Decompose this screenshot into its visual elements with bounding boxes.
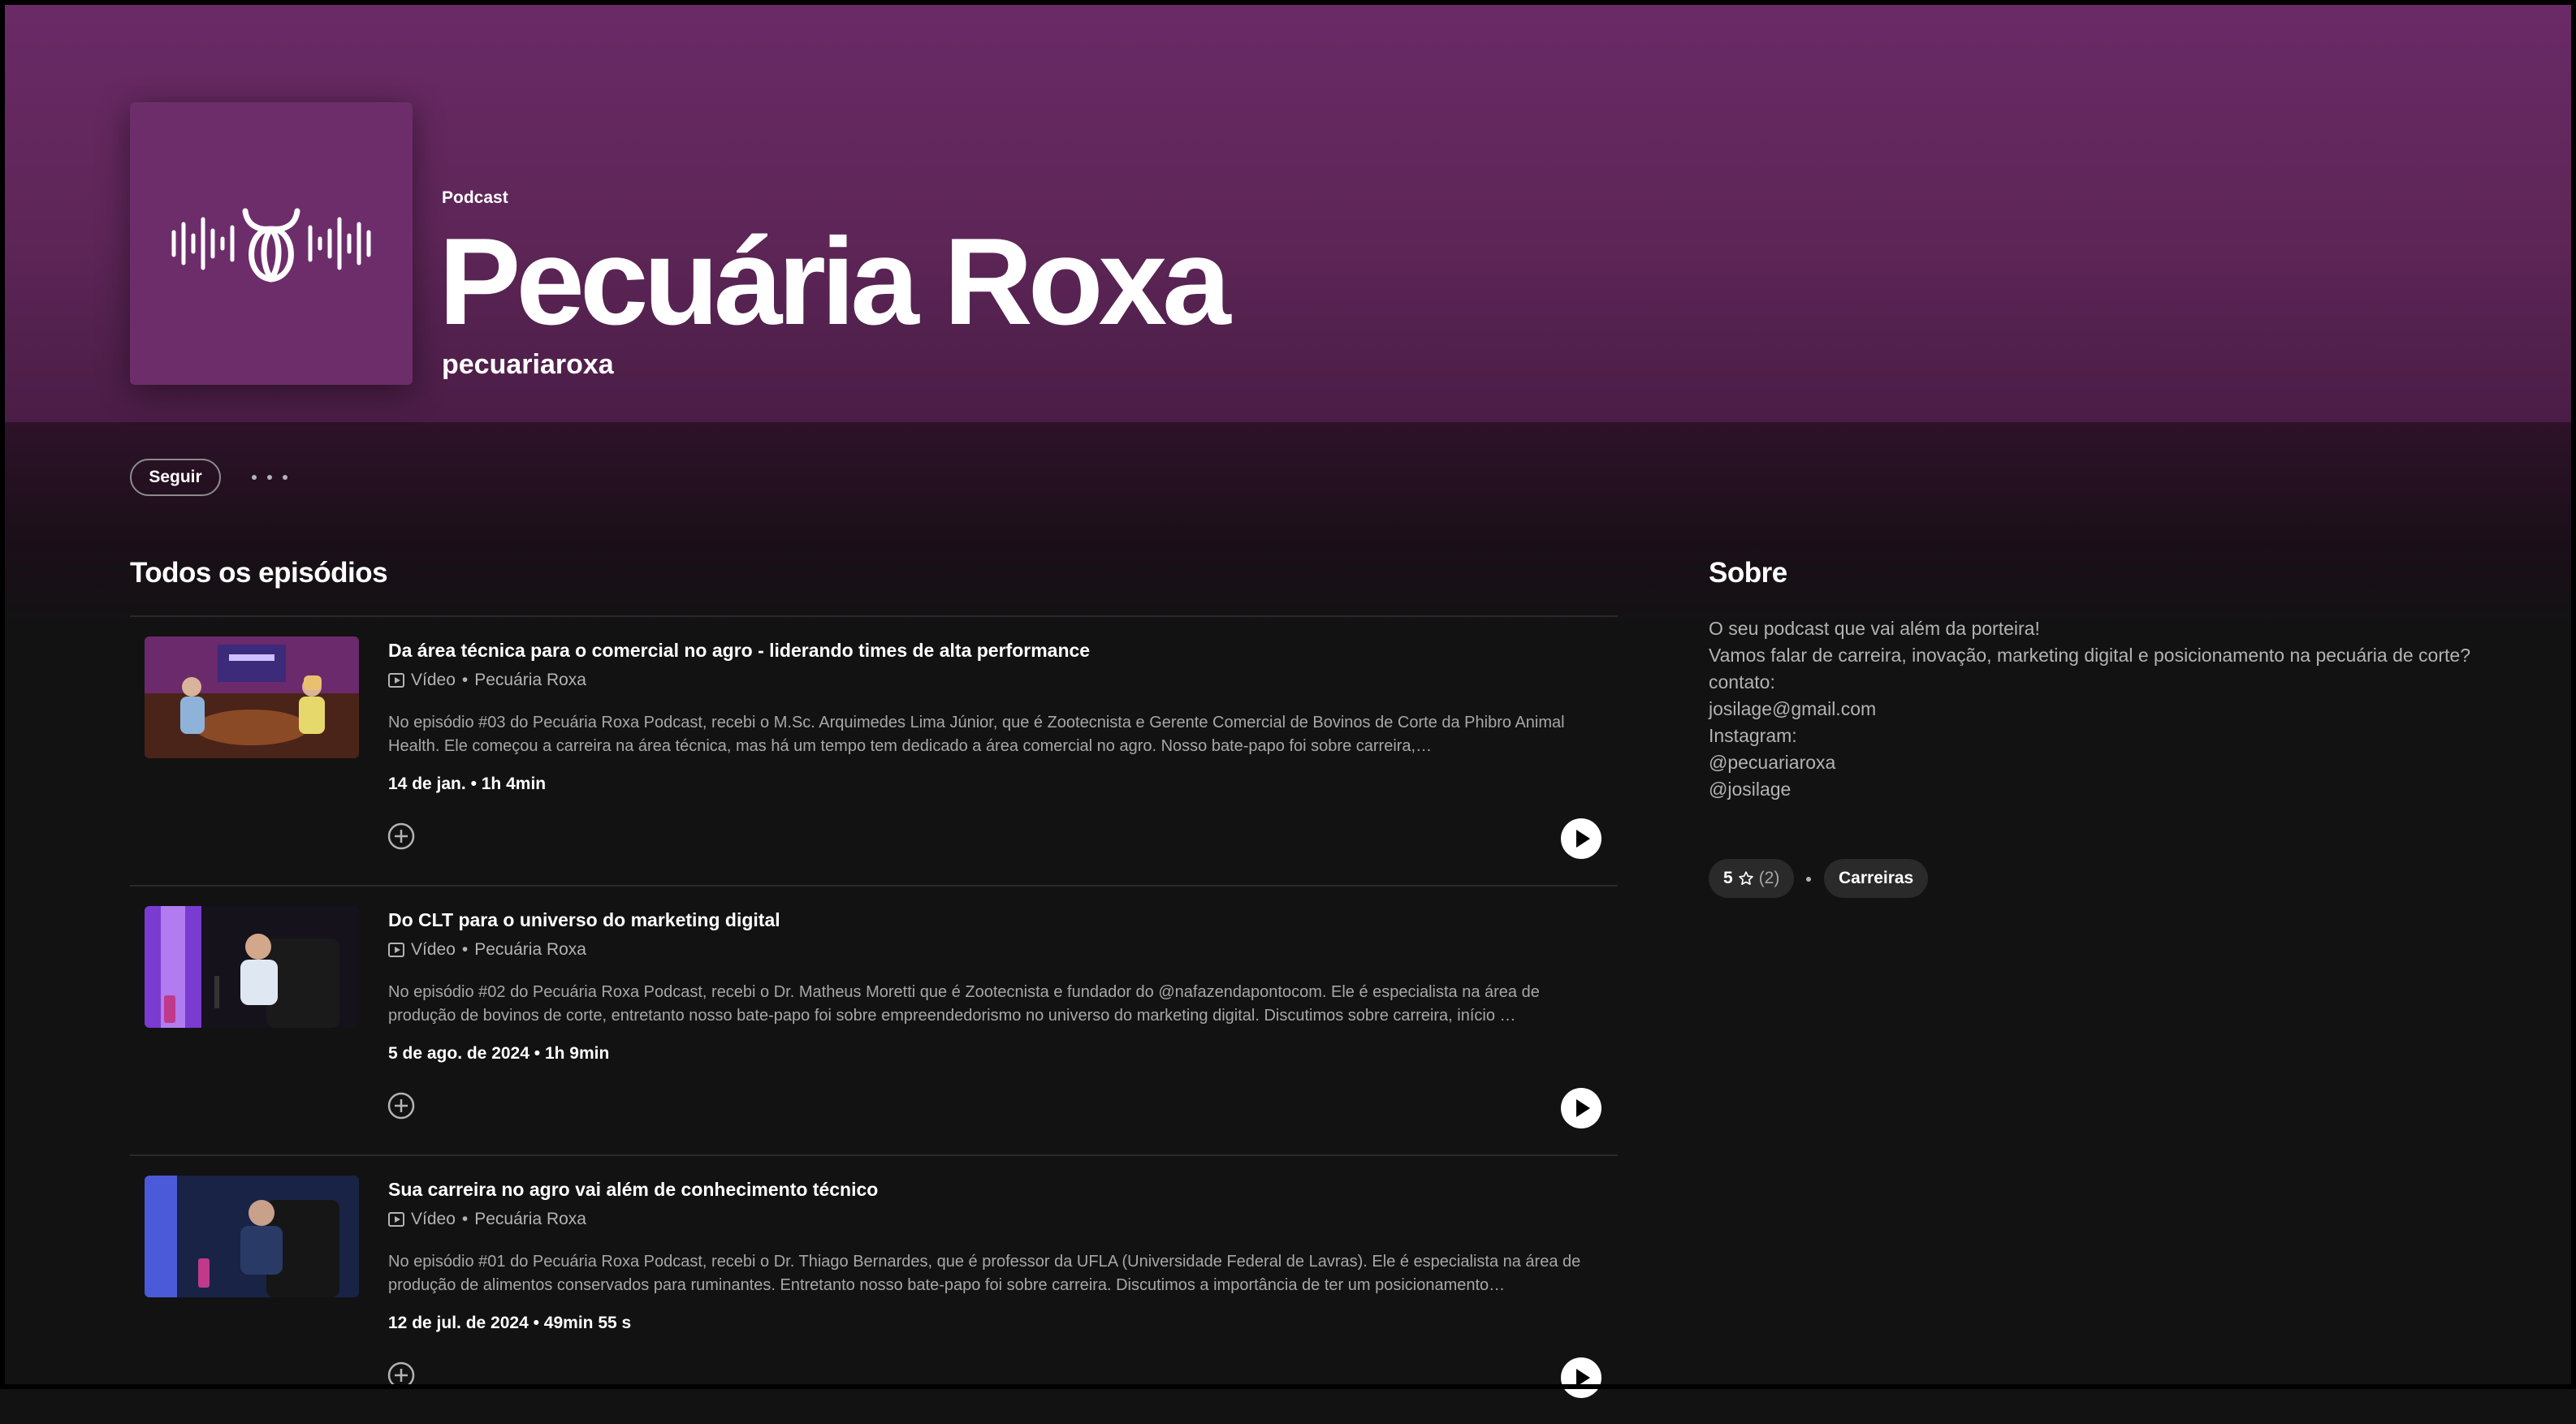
podcast-cover-art[interactable] (130, 102, 413, 385)
episode-thumbnail[interactable] (145, 1176, 359, 1297)
episode-show-link[interactable]: Pecuária Roxa (474, 940, 586, 960)
episode-description: No episódio #03 do Pecuária Roxa Podcast… (388, 714, 1565, 755)
episode-thumbnail-image (145, 906, 359, 1028)
more-dot (267, 475, 272, 480)
content-type-label: Podcast (442, 188, 508, 207)
category-chip[interactable]: Carreiras (1824, 859, 1929, 898)
podcast-author-link[interactable]: pecuariaroxa (442, 349, 614, 381)
play-button[interactable] (1561, 1357, 1601, 1398)
about-line: Vamos falar de carreira, inovação, marke… (1709, 645, 2470, 666)
episode-description: No episódio #01 do Pecuária Roxa Podcast… (388, 1253, 1581, 1294)
episode-type: Vídeo (411, 671, 456, 689)
play-icon (1576, 1369, 1590, 1387)
episode-title[interactable]: Sua carreira no agro vai além de conheci… (388, 1179, 878, 1201)
meta-separator: • (461, 1210, 469, 1228)
episode-duration: 49min 55 s (543, 1314, 632, 1332)
play-button[interactable] (1561, 1088, 1601, 1128)
episode-show-link[interactable]: Pecuária Roxa (474, 1210, 586, 1229)
about-line: Instagram: (1709, 725, 1797, 746)
about-line: @pecuariaroxa (1709, 752, 1836, 773)
episode-date-duration: 5 de ago. de 2024 • 1h 9min (388, 1044, 609, 1064)
episode-meta: Vídeo • Pecuária Roxa (388, 671, 586, 690)
episode-description: No episódio #02 do Pecuária Roxa Podcast… (388, 983, 1540, 1025)
star-icon (1738, 871, 1753, 885)
about-section-title: Sobre (1709, 557, 1787, 589)
more-options-icon[interactable] (252, 464, 287, 490)
episode-title[interactable]: Da área técnica para o comercial no agro… (388, 640, 1090, 662)
episode-thumbnail[interactable] (145, 636, 359, 758)
meta-separator: • (533, 1314, 544, 1332)
episode-thumbnail-image (145, 636, 359, 758)
episode-duration: 1h 9min (544, 1044, 610, 1063)
page-title: Pecuária Roxa (439, 213, 1231, 351)
about-line: josilage@gmail.com (1709, 698, 1877, 719)
hero-gradient-fade (0, 422, 2576, 633)
episode-date: 5 de ago. de 2024 (388, 1044, 529, 1063)
rating-count: (2) (1758, 869, 1780, 887)
more-dot (252, 475, 257, 480)
episode-date: 14 de jan. (388, 775, 466, 793)
chip-separator (1806, 877, 1811, 882)
episode-row[interactable]: Do CLT para o universo do marketing digi… (130, 885, 1618, 1154)
episode-show-link[interactable]: Pecuária Roxa (474, 671, 586, 690)
episode-type: Vídeo (411, 940, 456, 959)
episode-row[interactable]: Sua carreira no agro vai além de conheci… (130, 1154, 1618, 1424)
meta-separator: • (461, 940, 469, 959)
episode-type: Vídeo (411, 1210, 456, 1228)
about-line: @josilage (1709, 779, 1792, 800)
episode-date: 12 de jul. de 2024 (388, 1314, 529, 1332)
add-to-library-icon[interactable] (387, 822, 416, 851)
episode-meta: Vídeo • Pecuária Roxa (388, 940, 586, 960)
follow-button[interactable]: Seguir (130, 459, 221, 496)
more-dot (283, 475, 287, 480)
play-icon (1576, 830, 1590, 848)
about-line: O seu podcast que vai além da porteira! (1709, 618, 2040, 639)
about-line: contato: (1709, 671, 1775, 693)
meta-separator: • (470, 775, 482, 793)
episode-duration: 1h 4min (481, 775, 547, 793)
episode-title[interactable]: Do CLT para o universo do marketing digi… (388, 909, 780, 931)
video-icon (388, 673, 404, 688)
about-description: O seu podcast que vai além da porteira! … (1709, 615, 2472, 803)
rating-score: 5 (1723, 869, 1733, 887)
episode-thumbnail[interactable] (145, 906, 359, 1028)
episode-thumbnail-image (145, 1176, 359, 1297)
episode-date-duration: 12 de jul. de 2024 • 49min 55 s (388, 1314, 631, 1333)
video-icon (388, 943, 404, 957)
play-icon (1576, 1099, 1590, 1117)
episode-row[interactable]: Da área técnica para o comercial no agro… (130, 615, 1618, 885)
meta-separator: • (534, 1044, 545, 1063)
episode-date-duration: 14 de jan. • 1h 4min (388, 775, 546, 794)
waveform-bull-logo-icon (171, 208, 371, 283)
add-to-library-icon[interactable] (387, 1091, 416, 1120)
episodes-section-title: Todos os episódios (130, 557, 388, 589)
meta-separator: • (461, 671, 469, 689)
play-button[interactable] (1561, 818, 1601, 859)
add-to-library-icon[interactable] (387, 1361, 416, 1390)
video-icon (388, 1212, 404, 1227)
episode-list: Da área técnica para o comercial no agro… (130, 615, 1618, 1424)
episode-meta: Vídeo • Pecuária Roxa (388, 1210, 586, 1229)
rating-badge[interactable]: 5 (2) (1709, 859, 1795, 898)
